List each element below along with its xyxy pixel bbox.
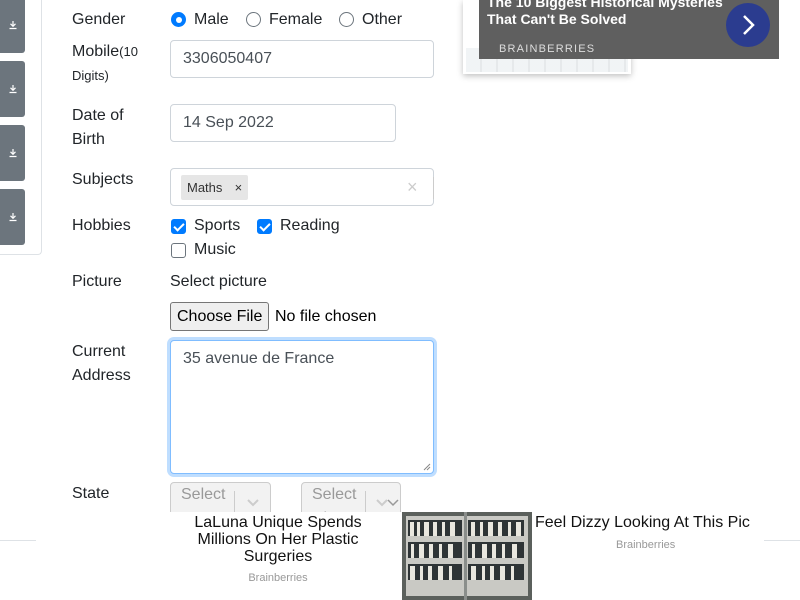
address-label-line2: Address [72,367,131,384]
hobbies-label: Hobbies [72,217,131,234]
download-button[interactable] [0,0,25,53]
hobby-reading-label[interactable]: Reading [280,214,340,238]
gender-radio-other[interactable] [339,12,354,27]
city-select-separator [365,491,366,513]
gender-radio-male[interactable] [171,12,186,27]
choose-file-button[interactable]: Choose File [170,302,270,331]
subject-chip-remove-icon[interactable]: × [228,175,248,200]
download-icon [9,213,16,222]
ad-bottom-banner: LaLuna Unique Spends Millions On Her Pla… [36,512,764,600]
dob-input[interactable]: 14 Sep 2022 [170,104,396,142]
hobby-music-label[interactable]: Music [194,238,236,262]
picture-label: Picture [72,273,122,290]
gender-label: Gender [72,11,126,28]
address-text: 35 avenue de France [183,350,335,367]
chevron-down-icon [387,499,399,507]
ad-top-next-button[interactable] [726,3,770,47]
chevron-down-icon [247,499,259,507]
subjects-clear-icon[interactable]: × [407,177,418,197]
dob-label-line1: Date of [72,107,124,124]
ad-bottom-left-title[interactable]: LaLuna Unique Spends Millions On Her Pla… [186,514,370,565]
ad-top-brand: BRAINBERRIES [499,43,596,55]
subjects-separator [433,177,434,199]
gender-radio-female[interactable] [246,12,261,27]
ad-bottom-right-brand: Brainberries [616,539,676,551]
download-button[interactable] [0,125,25,181]
address-label-line1: Current [72,343,126,360]
ad-bottom-image[interactable] [402,512,532,600]
hobby-checkbox-music[interactable] [171,243,186,258]
download-button[interactable] [0,61,25,117]
resize-handle-icon[interactable] [423,463,431,471]
subjects-label: Subjects [72,171,134,188]
file-status: No file chosen [275,308,377,325]
ad-top-banner[interactable]: The 10 Biggest Historical Mysteries That… [479,0,779,59]
subject-chip: Maths × [181,175,249,200]
gender-option-other-label[interactable]: Other [362,8,402,32]
state-label: State [72,485,110,502]
hobby-checkbox-sports[interactable] [171,219,186,234]
address-label: Current Address [72,340,131,388]
sidebar-panel [0,0,42,255]
subjects-input[interactable]: Maths × × [170,168,434,206]
hobby-checkbox-reading[interactable] [257,219,272,234]
gender-option-female-label[interactable]: Female [269,8,322,32]
subject-chip-label: Maths [187,180,223,195]
hobby-sports-label[interactable]: Sports [194,214,240,238]
chevron-right-icon [743,15,755,35]
ad-bottom-right-title[interactable]: Feel Dizzy Looking At This Pic [535,514,750,532]
dob-label: Date of Birth [72,104,124,152]
mobile-label: Mobile(10 Digits) [72,40,162,88]
download-icon [9,149,16,158]
ad-bottom-left-brand: Brainberries [248,572,308,584]
bookshelf-image [402,512,532,600]
address-textarea[interactable]: 35 avenue de France [170,340,434,474]
ad-top-title[interactable]: The 10 Biggest Historical Mysteries That… [487,0,727,28]
dob-label-line2: Birth [72,131,105,148]
gender-option-male-label[interactable]: Male [194,8,229,32]
picture-prompt: Select picture [170,273,267,290]
download-icon [9,85,16,94]
download-icon [9,21,16,30]
mobile-label-text: Mobile [72,43,120,60]
mobile-input[interactable]: 3306050407 [170,40,434,78]
download-button[interactable] [0,189,25,245]
state-select-separator [234,491,235,513]
